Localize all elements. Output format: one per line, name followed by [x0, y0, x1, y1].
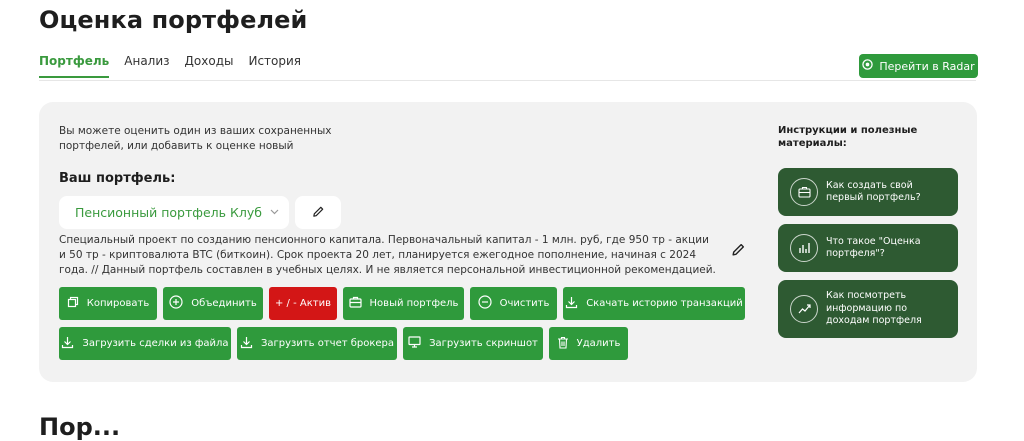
tab-portfolio[interactable]: Портфель [39, 54, 110, 78]
merge-button[interactable]: Объединить [163, 287, 263, 320]
trash-icon [557, 336, 569, 352]
merge-button-label: Объединить [191, 298, 257, 309]
tab-history[interactable]: История [248, 54, 301, 78]
download-history-button[interactable]: Скачать историю транзакций [563, 287, 745, 320]
clear-button-label: Очистить [499, 298, 550, 309]
briefcase-icon [790, 178, 818, 206]
asset-button[interactable]: + / - Актив [269, 287, 337, 320]
clear-button[interactable]: Очистить [470, 287, 557, 320]
tabs: Портфель Анализ Доходы История [39, 54, 316, 78]
upload-icon [240, 336, 253, 352]
briefcase-icon [348, 296, 362, 311]
help-card-label: Как создать свой первый портфель? [826, 179, 921, 204]
edit-portfolio-button[interactable] [295, 196, 341, 229]
upload-broker-button[interactable]: Загрузить отчет брокера [237, 327, 397, 360]
chevron-down-icon [270, 208, 279, 218]
plus-circle-icon [169, 295, 183, 312]
tab-analysis[interactable]: Анализ [124, 54, 169, 78]
help-card-label: Что такое "Оценка портфеля"? [826, 235, 921, 260]
portfolio-intro: Вы можете оценить один из ваших сохранен… [59, 125, 332, 152]
upload-screenshot-button-label: Загрузить скриншот [429, 338, 538, 349]
copy-button[interactable]: Копировать [59, 287, 157, 320]
portfolio-label: Ваш портфель: [59, 171, 176, 186]
asset-button-label: + / - Актив [275, 298, 331, 309]
upload-screenshot-button[interactable]: Загрузить скриншот [403, 327, 543, 360]
help-card-create-portfolio[interactable]: Как создать свой первый портфель? [778, 168, 958, 216]
portfolio-select-value: Пенсионный портфель Клуб [75, 205, 262, 220]
delete-button[interactable]: Удалить [549, 327, 628, 360]
portfolio-select[interactable]: Пенсионный портфель Клуб [59, 196, 289, 229]
upload-trades-button[interactable]: Загрузить сделки из файла [59, 327, 231, 360]
tab-income[interactable]: Доходы [185, 54, 234, 78]
bar-chart-icon [790, 234, 818, 262]
tabs-divider [39, 80, 976, 81]
edit-description-button[interactable] [728, 241, 748, 261]
next-section-title: Пор... [39, 413, 121, 441]
copy-icon [67, 296, 79, 311]
upload-icon [61, 336, 74, 352]
help-card-what-is-evaluation[interactable]: Что такое "Оценка портфеля"? [778, 224, 958, 272]
help-card-label: Как посмотреть информацию по доходам пор… [826, 290, 922, 327]
page-title: Оценка портфелей [39, 6, 308, 34]
download-icon [565, 296, 578, 312]
line-chart-icon [790, 295, 818, 323]
minus-circle-icon [477, 295, 492, 312]
delete-button-label: Удалить [576, 338, 621, 349]
help-card-income-info[interactable]: Как посмотреть информацию по доходам пор… [778, 280, 958, 338]
sidebar-title: Инструкции и полезные материалы: [778, 125, 918, 149]
download-history-button-label: Скачать историю транзакций [586, 298, 743, 309]
radar-button[interactable]: Перейти в Radar [859, 54, 978, 78]
pencil-icon [731, 242, 746, 261]
pencil-icon [312, 203, 325, 222]
upload-broker-button-label: Загрузить отчет брокера [260, 338, 395, 349]
upload-trades-button-label: Загрузить сделки из файла [82, 338, 229, 349]
radar-button-label: Перейти в Radar [879, 59, 975, 73]
new-portfolio-button-label: Новый портфель [369, 298, 459, 309]
monitor-icon [408, 336, 421, 351]
radar-icon [862, 59, 874, 73]
copy-button-label: Копировать [86, 298, 150, 309]
portfolio-description: Специальный проект по созданию пенсионно… [59, 234, 716, 276]
new-portfolio-button[interactable]: Новый портфель [343, 287, 464, 320]
